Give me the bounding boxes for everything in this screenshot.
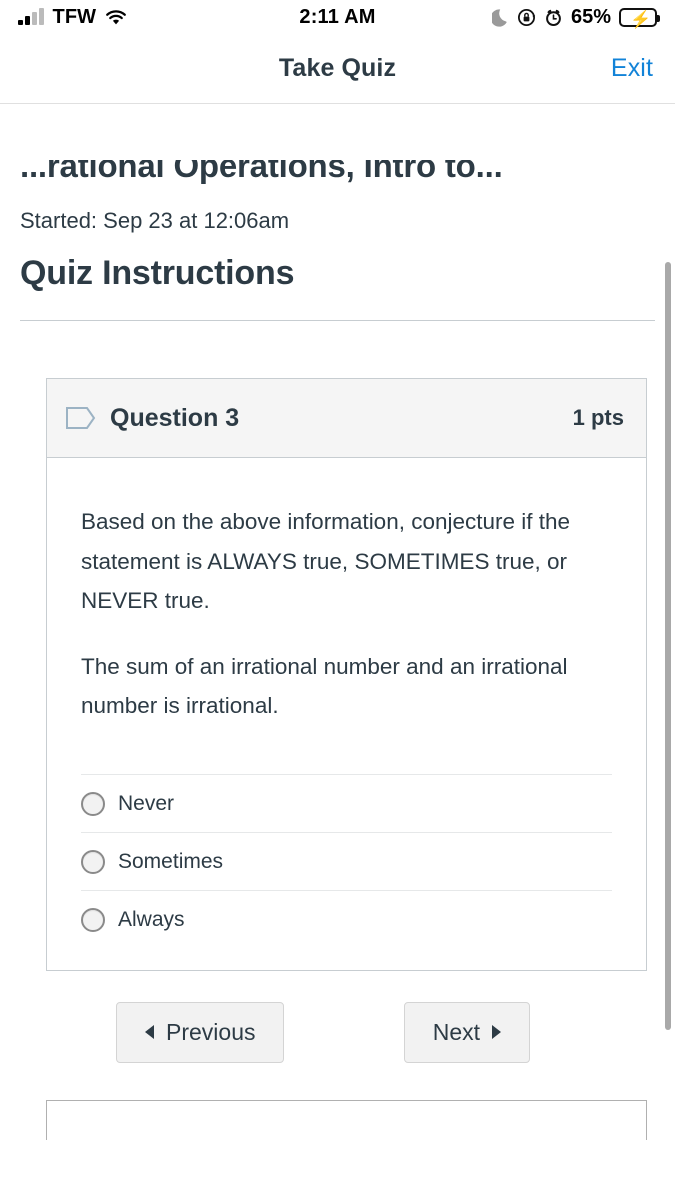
status-bar: TFW 2:11 AM 65% ⚡ bbox=[0, 0, 675, 34]
quiz-title-clipped: ...rational Operations, Intro to... bbox=[20, 160, 503, 184]
radio-button-icon[interactable] bbox=[81, 791, 105, 816]
status-bar-right: 65% ⚡ bbox=[491, 5, 660, 29]
status-bar-left: TFW bbox=[18, 6, 127, 29]
answer-option-always[interactable]: Always bbox=[81, 889, 612, 948]
question-navigation: Previous Next bbox=[46, 1001, 647, 1063]
quiz-started-line: Started: Sep 23 at 12:06am bbox=[20, 208, 290, 233]
instructions-divider bbox=[20, 320, 655, 321]
answer-options: Never Sometimes Always bbox=[81, 773, 612, 970]
question-name: Question 3 bbox=[110, 403, 240, 432]
chevron-left-icon bbox=[145, 1025, 154, 1040]
battery-charging-icon: ⚡ bbox=[619, 7, 660, 29]
next-button-label: Next bbox=[432, 1018, 480, 1045]
rotation-lock-icon bbox=[517, 8, 536, 27]
question-paragraph-2: The sum of an irrational number and an i… bbox=[81, 653, 568, 719]
radio-button-icon[interactable] bbox=[81, 849, 105, 874]
battery-percent-label: 65% bbox=[570, 5, 611, 28]
question-body: Based on the above information, conjectu… bbox=[47, 458, 646, 970]
question-header: Question 3 1 pts bbox=[47, 379, 646, 458]
exit-button[interactable]: Exit bbox=[611, 54, 653, 83]
page-title: Take Quiz bbox=[278, 54, 397, 82]
question-paragraph-1: Based on the above information, conjectu… bbox=[81, 509, 571, 614]
radio-button-icon[interactable] bbox=[81, 907, 105, 932]
question-points: 1 pts bbox=[572, 405, 624, 430]
next-question-card-peek bbox=[46, 1099, 647, 1140]
question-card: Question 3 1 pts Based on the above info… bbox=[46, 378, 647, 971]
question-flag-icon bbox=[65, 405, 97, 431]
nav-bar: Take Quiz Exit bbox=[0, 34, 675, 104]
quiz-instructions-heading: Quiz Instructions bbox=[20, 254, 295, 292]
alarm-clock-icon bbox=[544, 8, 563, 27]
carrier-label: TFW bbox=[52, 5, 97, 28]
answer-label: Sometimes bbox=[118, 849, 224, 873]
quiz-content: ...rational Operations, Intro to... Star… bbox=[0, 160, 675, 1140]
answer-label: Never bbox=[118, 791, 175, 815]
wifi-icon bbox=[105, 9, 127, 26]
chevron-right-icon bbox=[492, 1025, 501, 1040]
next-question-button[interactable]: Next bbox=[403, 1001, 530, 1063]
previous-button-label: Previous bbox=[166, 1018, 256, 1045]
quiz-scroll-area[interactable]: ...rational Operations, Intro to... Star… bbox=[0, 104, 675, 1199]
moon-dnd-icon bbox=[491, 8, 509, 27]
answer-label: Always bbox=[118, 907, 185, 931]
previous-question-button[interactable]: Previous bbox=[116, 1001, 285, 1063]
answer-option-never[interactable]: Never bbox=[81, 773, 612, 832]
answer-option-sometimes[interactable]: Sometimes bbox=[81, 831, 612, 890]
signal-bars-icon bbox=[18, 8, 44, 25]
